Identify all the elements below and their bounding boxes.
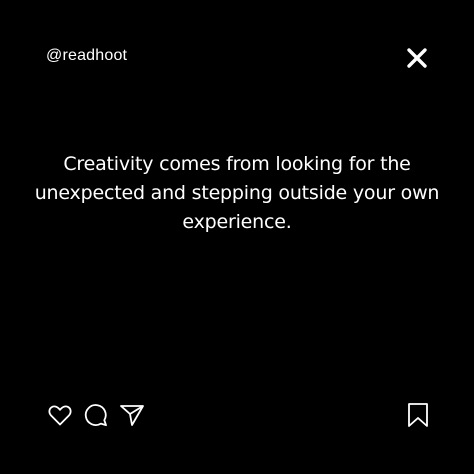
close-button[interactable] [403, 44, 431, 72]
comment-button[interactable] [82, 401, 110, 429]
save-button[interactable] [404, 401, 432, 429]
bookmark-icon [408, 403, 428, 427]
quote-post-card: @readhoot Creativity comes from looking … [0, 0, 474, 474]
like-button[interactable] [46, 401, 74, 429]
heart-icon [48, 405, 72, 426]
post-actions [46, 401, 146, 429]
account-handle: @readhoot [46, 47, 128, 64]
close-icon [407, 48, 427, 68]
send-icon [120, 405, 144, 426]
quote-text: Creativity comes from looking for the un… [34, 153, 440, 233]
share-button[interactable] [118, 401, 146, 429]
comment-icon [84, 404, 107, 427]
